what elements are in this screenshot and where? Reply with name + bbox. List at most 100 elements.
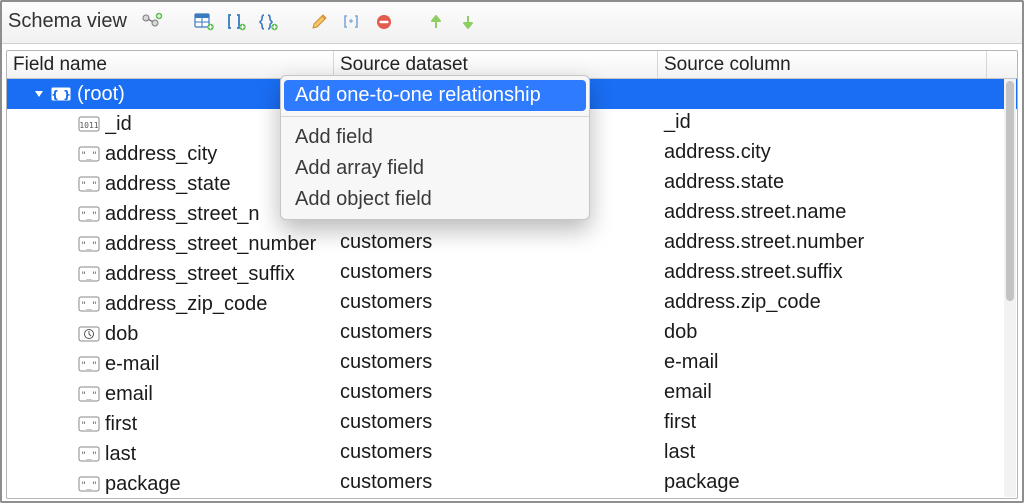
svg-text:"_": "_" — [81, 241, 97, 251]
cell-source-dataset: customers — [334, 259, 658, 289]
field-name-label: address_zip_code — [105, 293, 267, 316]
svg-text:"_": "_" — [81, 301, 97, 311]
string-type-icon: "_" — [77, 415, 101, 433]
string-type-icon: "_" — [77, 355, 101, 373]
table-row[interactable]: dobcustomersdob — [7, 319, 1017, 349]
cell-source-column: address.city — [658, 139, 987, 169]
cell-field-name: "_" package — [7, 469, 334, 498]
cell-source-dataset: customers — [334, 319, 658, 349]
svg-text:"_": "_" — [81, 451, 97, 461]
cell-source-column: _id — [658, 109, 987, 139]
string-type-icon: "_" — [77, 175, 101, 193]
binary-type-icon: 1011 — [77, 115, 101, 133]
disclosure-triangle-icon[interactable] — [33, 88, 45, 100]
object-type-icon: { } — [49, 85, 73, 103]
cell-field-name: "_" address_street_suffix — [7, 259, 334, 289]
cell-source-dataset: customers — [334, 409, 658, 439]
string-type-icon: "_" — [77, 385, 101, 403]
context-menu: Add one-to-one relationshipAdd fieldAdd … — [280, 75, 590, 220]
string-type-icon: "_" — [77, 445, 101, 463]
cell-field-name: "_" last — [7, 439, 334, 469]
delete-button[interactable] — [371, 9, 397, 35]
field-name-label: _id — [105, 113, 132, 136]
table-row[interactable]: "_"firstcustomersfirst — [7, 409, 1017, 439]
table-row[interactable]: "_"lastcustomerslast — [7, 439, 1017, 469]
string-type-icon: "_" — [77, 295, 101, 313]
context-menu-item[interactable]: Add object field — [281, 184, 589, 215]
field-name-label: address_street_number — [105, 233, 316, 256]
field-name-label: e-mail — [105, 353, 159, 376]
cell-source-dataset: customers — [334, 439, 658, 469]
cell-source-column: package — [658, 469, 987, 498]
cell-source-dataset: customers — [334, 469, 658, 498]
add-relationship-icon — [141, 11, 163, 33]
move-up-icon — [425, 11, 447, 33]
table-row[interactable]: "_"emailcustomers email — [7, 379, 1017, 409]
field-name-label: package — [105, 473, 181, 496]
field-name-label: (root) — [77, 83, 125, 106]
cell-field-name: "_" e-mail — [7, 349, 334, 379]
cell-source-column: last — [658, 439, 987, 469]
svg-text:"_": "_" — [81, 361, 97, 371]
cell-field-name: "_"email — [7, 379, 334, 409]
cell-source-dataset: customers — [334, 229, 658, 259]
table-row[interactable]: "_"packagecustomerspackage — [7, 469, 1017, 498]
cell-source-dataset: customers — [334, 379, 658, 409]
add-array-button[interactable] — [223, 9, 249, 35]
string-type-icon: "_" — [77, 265, 101, 283]
move-down-icon — [457, 11, 479, 33]
cell-field-name: "_" address_zip_code — [7, 289, 334, 319]
scrollbar[interactable] — [1004, 79, 1016, 497]
field-name-label: address_state — [105, 173, 231, 196]
header-source-column[interactable]: Source column — [658, 51, 987, 78]
field-name-label: first — [105, 413, 137, 436]
add-object-button[interactable] — [255, 9, 281, 35]
svg-text:"_": "_" — [81, 271, 97, 281]
context-menu-item[interactable]: Add array field — [281, 153, 589, 184]
field-name-label: email — [105, 383, 153, 406]
context-menu-item[interactable]: Add one-to-one relationship — [284, 80, 586, 111]
header-field-name[interactable]: Field name — [7, 51, 334, 78]
cell-field-name: "_"first — [7, 409, 334, 439]
edit-button[interactable] — [307, 9, 333, 35]
field-name-label: last — [105, 443, 136, 466]
string-type-icon: "_" — [77, 475, 101, 493]
reorder-icon — [341, 11, 363, 33]
cell-field-name: dob — [7, 319, 334, 349]
table-row[interactable]: "_" address_street_number customersaddress… — [7, 229, 1017, 259]
date-type-icon — [77, 325, 101, 343]
reorder-button[interactable] — [339, 9, 365, 35]
context-menu-item[interactable]: Add field — [281, 122, 589, 153]
header-source-dataset[interactable]: Source dataset — [334, 51, 658, 78]
svg-text:"_": "_" — [81, 151, 97, 161]
context-menu-separator — [281, 116, 589, 117]
svg-text:"_": "_" — [81, 211, 97, 221]
move-up-button[interactable] — [423, 9, 449, 35]
add-table-icon — [193, 11, 215, 33]
field-name-label: address_street_n — [105, 203, 260, 226]
table-row[interactable]: "_"address_zip_codecustomersaddress.zip_… — [7, 289, 1017, 319]
add-relationship-button[interactable] — [139, 9, 165, 35]
svg-text:"_": "_" — [81, 481, 97, 491]
table-row[interactable]: "_"e-mailcustomerse-mail — [7, 349, 1017, 379]
cell-source-column: address.street.suffix — [658, 259, 987, 289]
cell-source-column: address.street.number — [658, 229, 987, 259]
string-type-icon: "_" — [77, 205, 101, 223]
delete-icon — [373, 11, 395, 33]
cell-source-column: first — [658, 409, 987, 439]
svg-text:"_": "_" — [81, 181, 97, 191]
field-name-label: address_city — [105, 143, 217, 166]
string-type-icon: "_" — [77, 145, 101, 163]
add-array-icon — [225, 11, 247, 33]
add-table-button[interactable] — [191, 9, 217, 35]
cell-source-column: dob — [658, 319, 987, 349]
cell-source-column: e-mail — [658, 349, 987, 379]
scrollbar-thumb[interactable] — [1006, 81, 1014, 301]
table-row[interactable]: "_" address_street_suffix customersaddress… — [7, 259, 1017, 289]
cell-field-name: "_" address_street_number — [7, 229, 334, 259]
field-name-label: address_street_suffix — [105, 263, 295, 286]
move-down-button[interactable] — [455, 9, 481, 35]
cell-source-dataset: customers — [334, 289, 658, 319]
cell-source-column: address.street.name — [658, 199, 987, 229]
svg-text:{ }: { } — [52, 90, 70, 101]
